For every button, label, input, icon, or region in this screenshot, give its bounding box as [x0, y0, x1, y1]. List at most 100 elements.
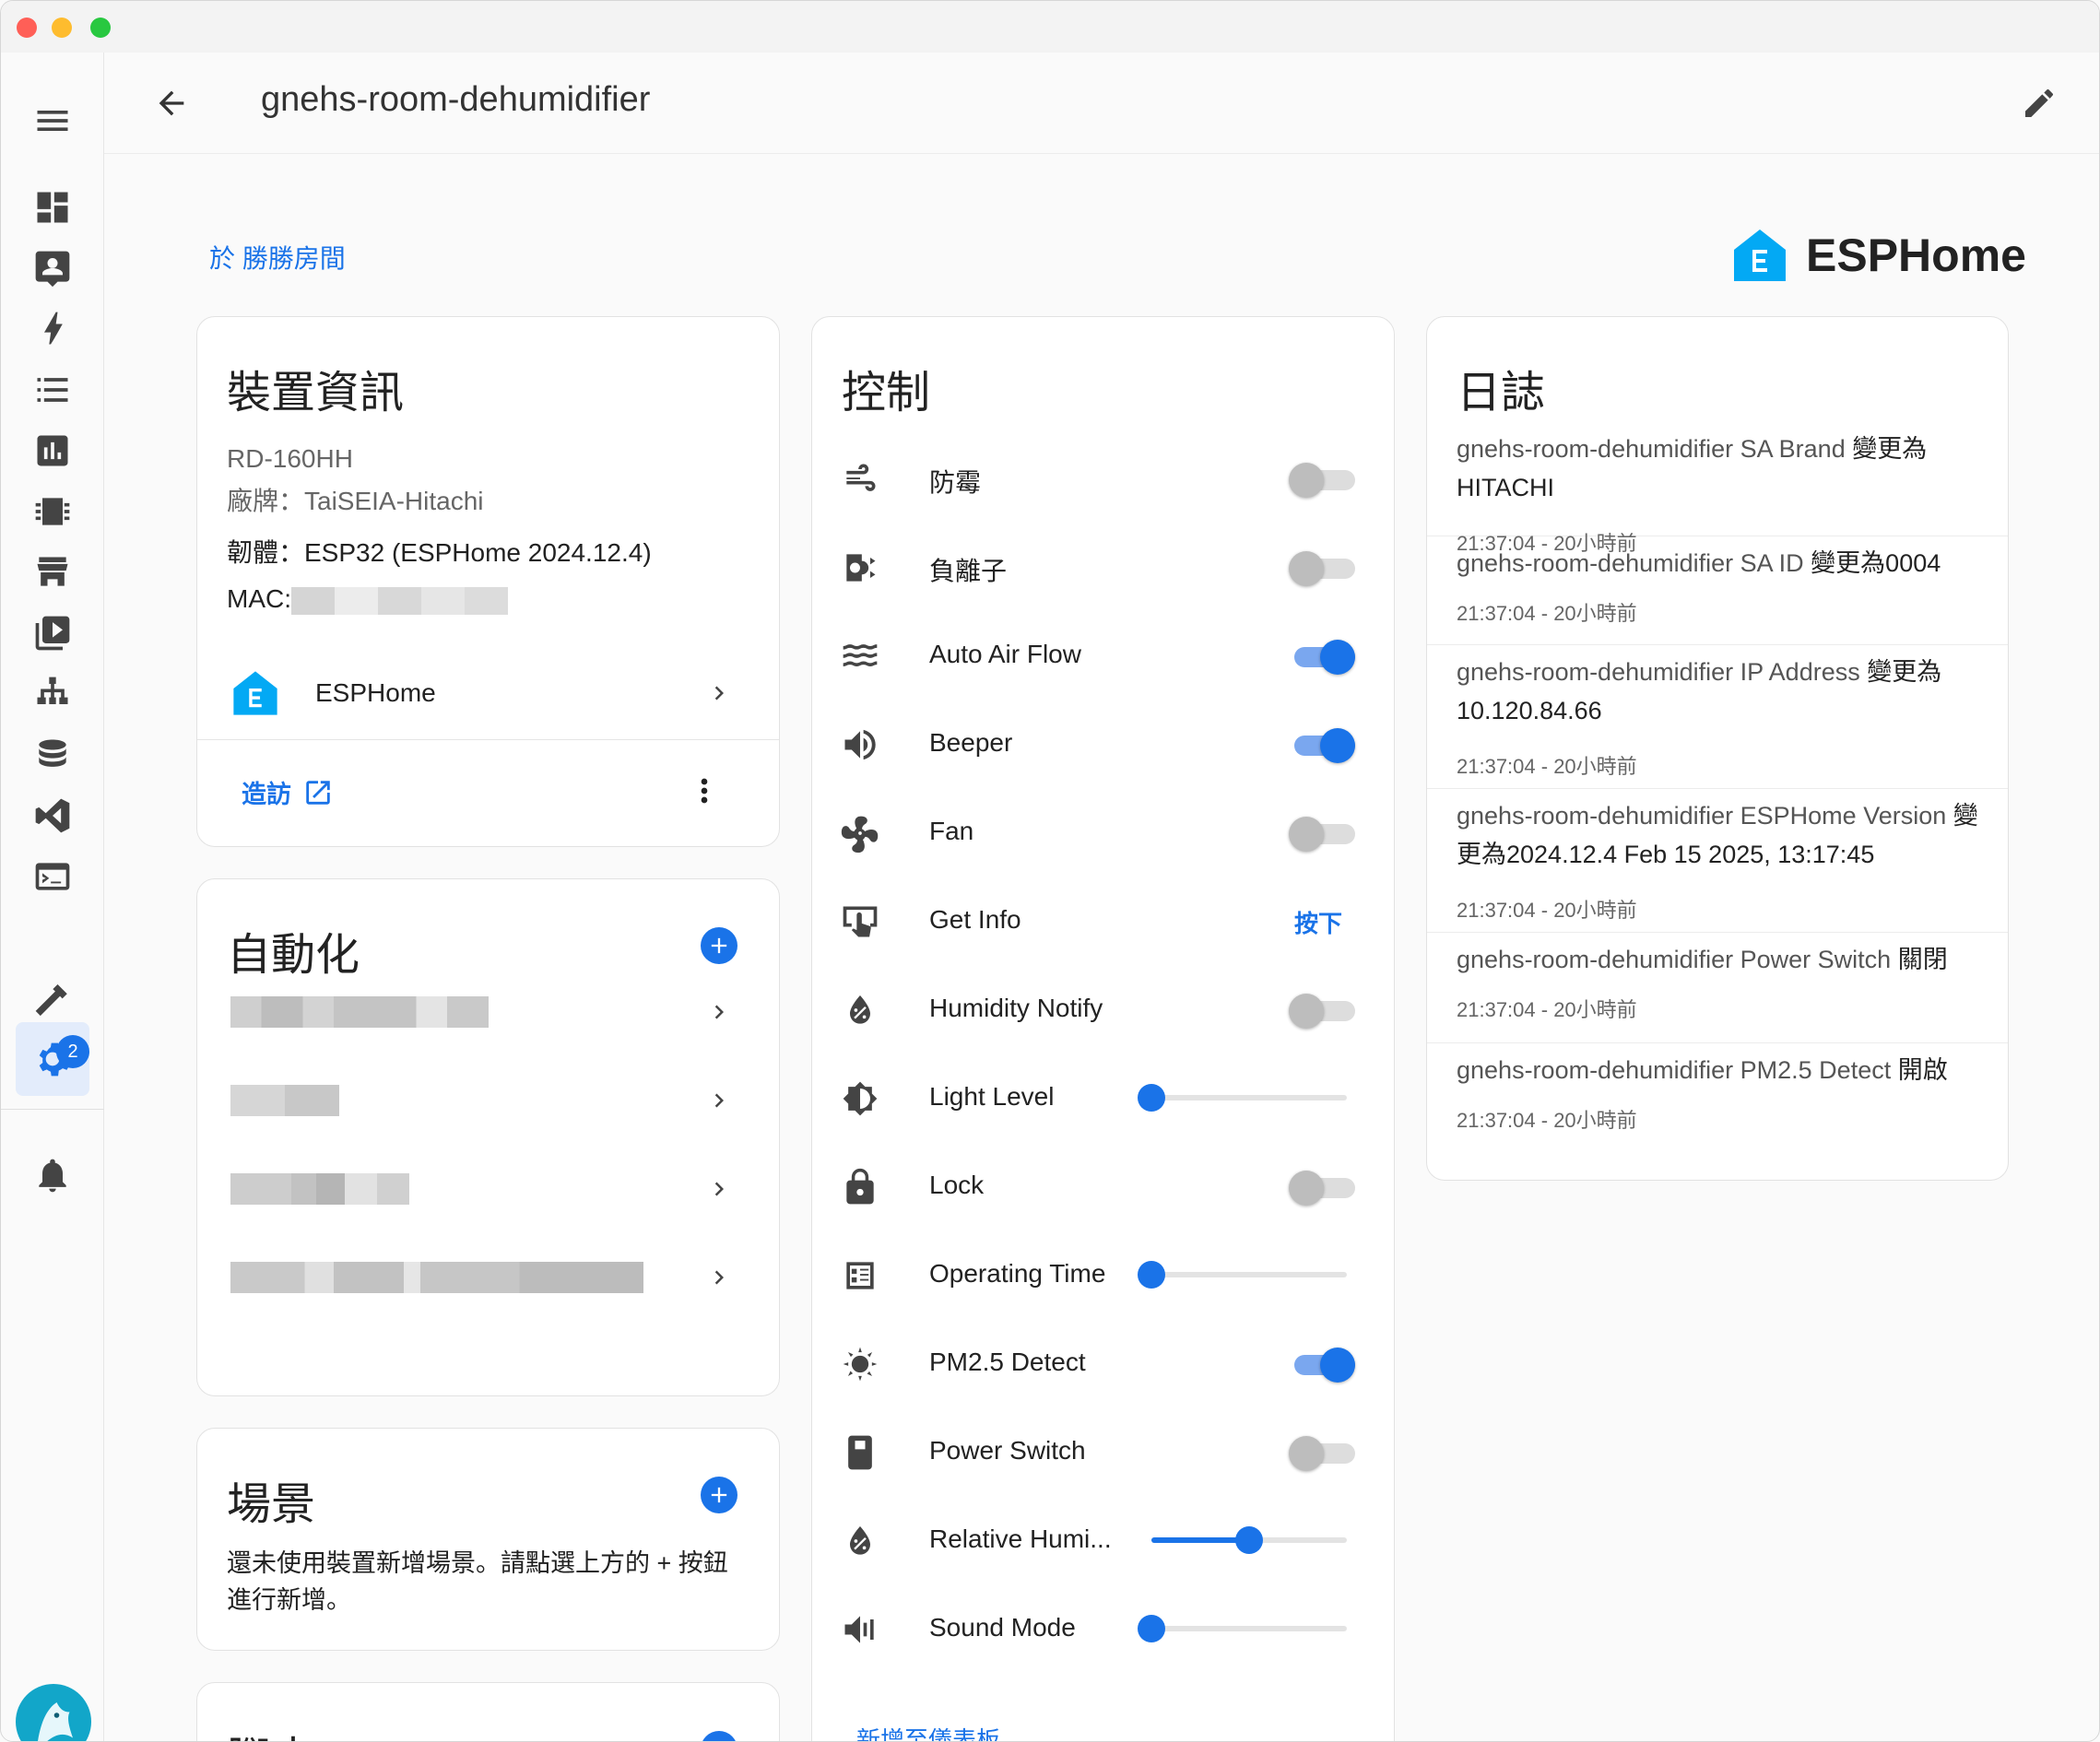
slider[interactable] — [1138, 1615, 1347, 1642]
toggle-switch[interactable] — [1289, 817, 1355, 852]
log-entry[interactable]: gnehs-room-dehumidifier PM2.5 Detect 開啟 2… — [1427, 1043, 2008, 1154]
notifications-bell-icon[interactable] — [16, 1138, 89, 1212]
mac-redacted — [291, 586, 508, 615]
script-title: 腳本 — [227, 1722, 315, 1741]
integration-row[interactable]: ESPHome — [197, 647, 779, 739]
page-title: gnehs-room-dehumidifier — [261, 80, 651, 119]
water-percent-icon — [840, 990, 880, 1030]
toggle-switch[interactable] — [1289, 551, 1355, 586]
control-row[interactable]: Get Info 按下 — [812, 877, 1394, 966]
slider[interactable] — [1138, 1084, 1347, 1112]
switch-knob — [1289, 1436, 1324, 1471]
log-action: 變更為0004 — [1811, 549, 1941, 577]
menu-icon[interactable] — [16, 84, 89, 158]
chevron-right-icon — [714, 1005, 724, 1019]
toggle-switch[interactable] — [1289, 463, 1355, 498]
log-entry[interactable]: gnehs-room-dehumidifier SA Brand 變更為 HIT… — [1427, 422, 2008, 555]
slider[interactable] — [1151, 1526, 1347, 1554]
scene-title: 場景 — [227, 1480, 316, 1529]
add-script-button[interactable] — [701, 1731, 737, 1741]
control-row[interactable]: Operating Time — [812, 1231, 1394, 1320]
log-entry[interactable]: gnehs-room-dehumidifier SA ID 變更為0004 21:… — [1427, 536, 2008, 645]
automation-row[interactable] — [197, 1054, 779, 1147]
sidebar: 2 — [1, 53, 104, 1741]
log-message: gnehs-room-dehumidifier ESPHome Version … — [1457, 796, 1982, 874]
control-row[interactable]: 負離子 — [812, 524, 1394, 612]
add-scene-button[interactable] — [701, 1477, 737, 1513]
log-action: 關閉 — [1897, 946, 1948, 973]
control-label: Lock — [929, 1171, 985, 1199]
automation-row[interactable] — [197, 1231, 779, 1324]
toggle-switch[interactable] — [1289, 640, 1355, 675]
slider-thumb[interactable] — [1138, 1084, 1165, 1112]
slider-thumb[interactable] — [1138, 1615, 1165, 1642]
virus-icon — [840, 1344, 880, 1384]
toggle-switch[interactable] — [1289, 1348, 1355, 1383]
device-info-card: 裝置資訊 RD-160HH 廠牌：TaiSEIA-Hitachi 韌體：ESP3… — [196, 316, 780, 847]
top-app-bar: gnehs-room-dehumidifier — [104, 53, 2099, 154]
slider-thumb[interactable] — [1235, 1526, 1263, 1554]
more-vert-icon[interactable] — [686, 772, 723, 809]
volume-icon — [840, 1609, 880, 1650]
edit-pencil-icon[interactable] — [2016, 80, 2062, 126]
settings-icon[interactable]: 2 — [16, 1022, 89, 1096]
toggle-switch[interactable] — [1289, 728, 1355, 763]
log-entry[interactable]: gnehs-room-dehumidifier ESPHome Version … — [1427, 789, 2008, 933]
log-entry[interactable]: gnehs-room-dehumidifier Power Switch 關閉 2… — [1427, 933, 2008, 1043]
switch-knob — [1289, 1171, 1324, 1206]
switch-knob — [1289, 817, 1324, 852]
automation-row[interactable] — [197, 1143, 779, 1235]
mac-label: MAC: — [227, 584, 291, 613]
log-entity: gnehs-room-dehumidifier Power Switch — [1457, 946, 1898, 973]
control-row[interactable]: Beeper — [812, 700, 1394, 789]
brand-name: ESPHome — [1806, 230, 2026, 281]
control-row[interactable]: Fan — [812, 789, 1394, 877]
minimize-window-button[interactable] — [52, 18, 72, 38]
back-arrow-icon[interactable] — [148, 80, 195, 126]
logbook-title: 日誌 — [1457, 369, 1546, 418]
control-row[interactable]: Humidity Notify — [812, 966, 1394, 1054]
visit-link[interactable]: 造訪 — [242, 774, 334, 810]
fan-icon — [840, 813, 880, 853]
switch-knob — [1320, 640, 1355, 675]
waves-icon — [840, 636, 880, 677]
area-link[interactable]: 於 勝勝房間 — [209, 239, 346, 276]
toggle-switch[interactable] — [1289, 994, 1355, 1029]
press-button[interactable]: 按下 — [1294, 905, 1342, 939]
switch-knob — [1320, 1348, 1355, 1383]
control-row[interactable]: Sound Mode — [812, 1585, 1394, 1674]
slider-thumb[interactable] — [1138, 1261, 1165, 1289]
add-automation-button[interactable] — [701, 927, 737, 964]
log-entity: gnehs-room-dehumidifier PM2.5 Detect — [1457, 1056, 1898, 1084]
brightness-icon — [840, 1078, 880, 1119]
toggle-switch[interactable] — [1289, 1171, 1355, 1206]
control-row[interactable]: Power Switch — [812, 1408, 1394, 1497]
automation-row[interactable] — [197, 966, 779, 1058]
control-row[interactable]: PM2.5 Detect — [812, 1320, 1394, 1408]
control-row[interactable]: Auto Air Flow — [812, 612, 1394, 700]
logbook-card: 日誌 gnehs-room-dehumidifier SA Brand 變更為 … — [1426, 316, 2009, 1181]
toggle-switch[interactable] — [1289, 1436, 1355, 1471]
log-time: 21:37:04 - 20小時前 — [1457, 1109, 1637, 1132]
user-avatar[interactable] — [16, 1684, 91, 1741]
close-window-button[interactable] — [17, 18, 37, 38]
control-row[interactable]: Lock — [812, 1143, 1394, 1231]
add-to-dashboard-link[interactable]: 新增至儀表板 — [856, 1722, 1000, 1741]
log-action: 開啟 — [1897, 1056, 1948, 1084]
terminal-icon[interactable] — [16, 840, 89, 913]
maximize-window-button[interactable] — [90, 18, 111, 38]
control-row[interactable]: Relative Humi... — [812, 1497, 1394, 1585]
water-percent-icon — [840, 1521, 880, 1561]
switch-knob — [1289, 994, 1324, 1029]
redacted-automation-name — [230, 1173, 409, 1205]
log-entry[interactable]: gnehs-room-dehumidifier IP Address 變更為 1… — [1427, 645, 2008, 789]
plus-icon — [711, 1487, 727, 1503]
switch-knob — [1320, 728, 1355, 763]
control-row[interactable]: Light Level — [812, 1054, 1394, 1143]
plus-icon — [711, 937, 727, 954]
counter-icon — [840, 1255, 880, 1296]
control-row[interactable]: 防霉 — [812, 435, 1394, 524]
slider[interactable] — [1138, 1261, 1347, 1289]
power-switch-icon — [840, 1432, 880, 1473]
switch-knob — [1289, 551, 1324, 586]
